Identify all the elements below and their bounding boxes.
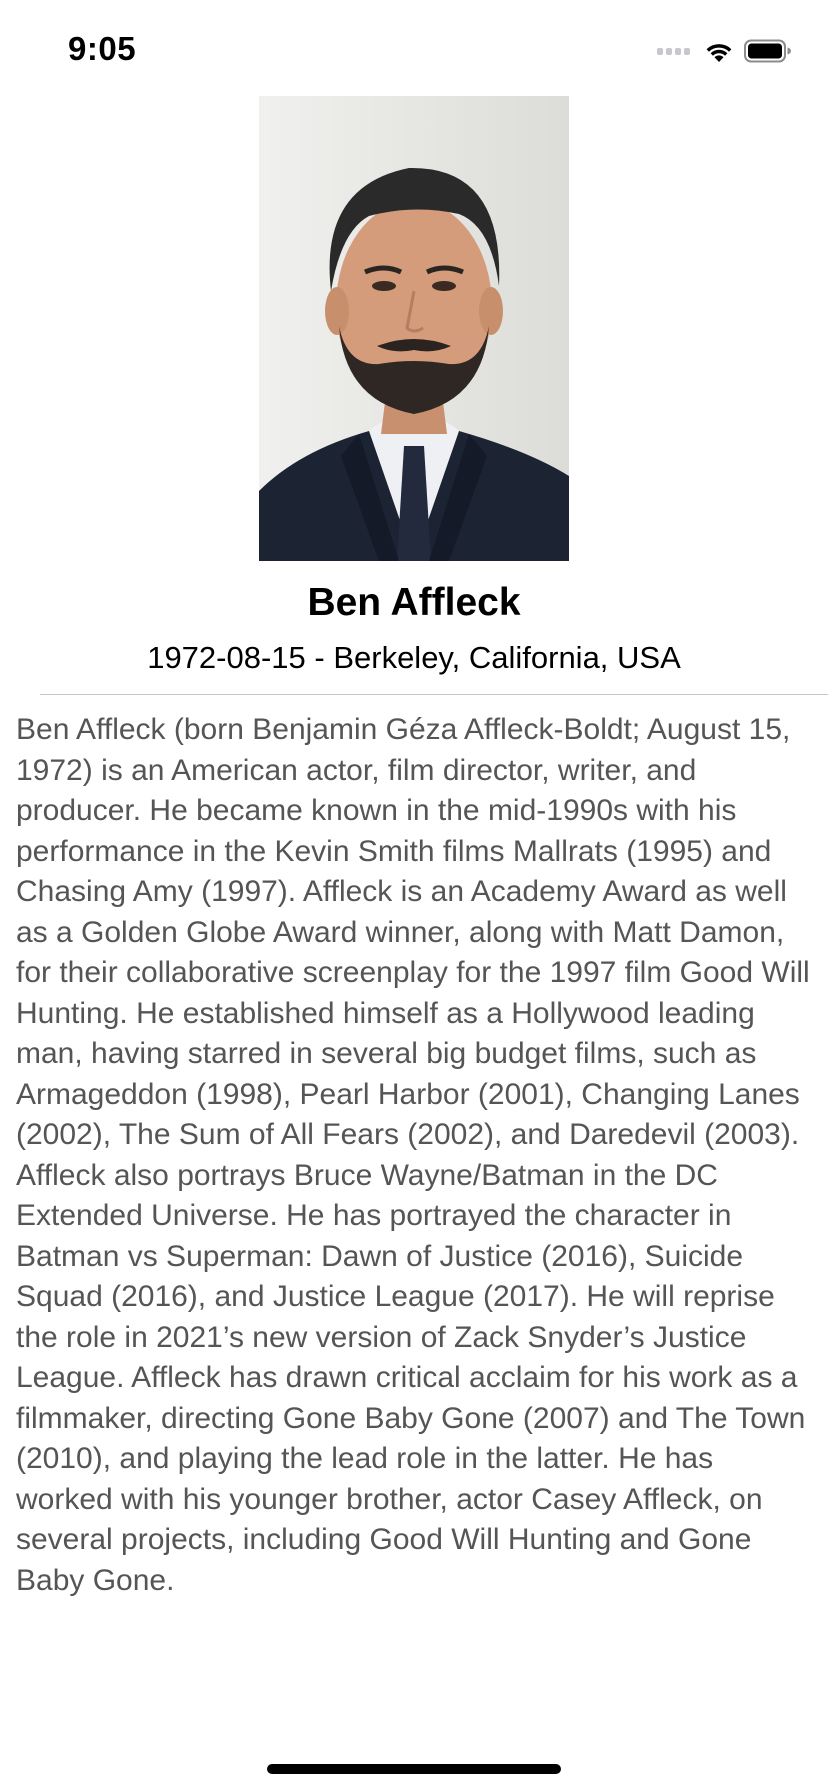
person-name: Ben Affleck: [307, 581, 521, 624]
cellular-signal-icon: [657, 47, 690, 55]
portrait-photo: [259, 96, 569, 561]
divider: [40, 694, 828, 695]
battery-icon: [744, 39, 791, 63]
wifi-icon: [706, 44, 732, 62]
status-bar: 9:05: [0, 0, 828, 100]
portrait-illustration: [259, 96, 569, 561]
status-time: 9:05: [68, 30, 137, 67]
home-indicator[interactable]: [267, 1764, 561, 1774]
person-birth-info: 1972-08-15 - Berkeley, California, USA: [147, 640, 681, 675]
status-icons: [657, 34, 792, 68]
biography-text: Ben Affleck (born Benjamin Géza Affleck-…: [16, 713, 810, 1597]
